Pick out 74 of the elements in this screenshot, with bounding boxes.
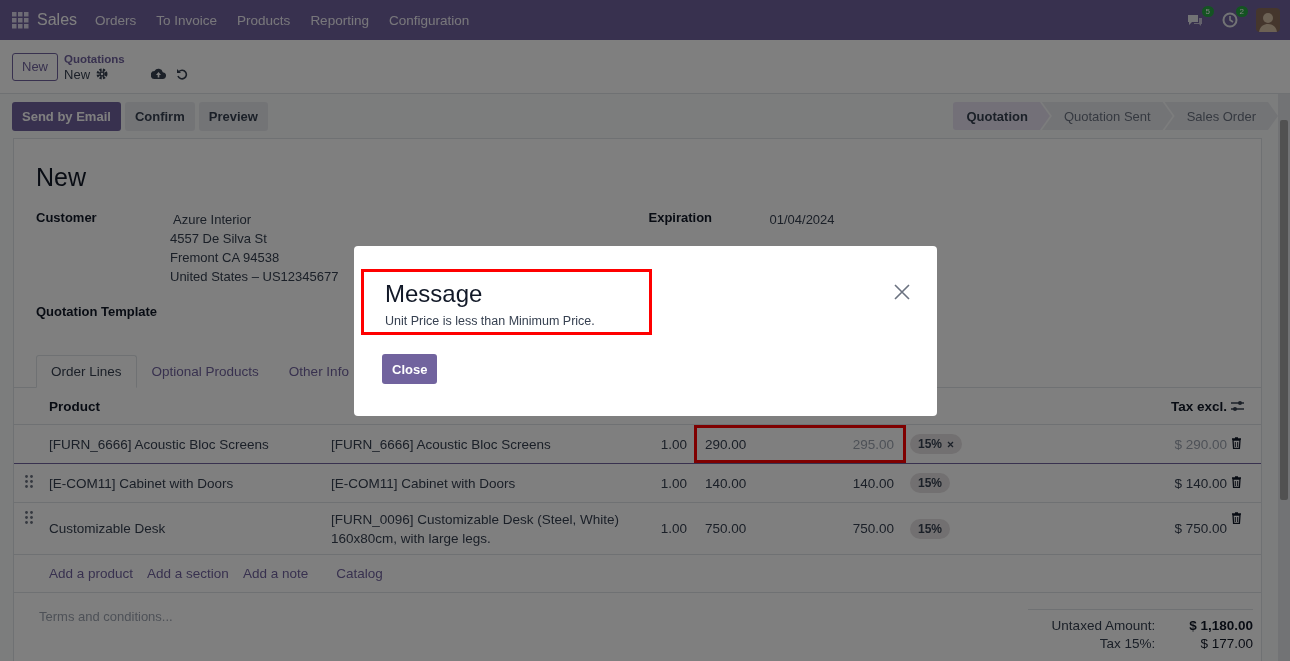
close-button[interactable]: Close [382,354,438,384]
table-cell-text: 140.00 [705,474,747,493]
address-line: United States – US12345677 [170,268,339,286]
tax-tag: 15% [910,518,951,539]
menu-item[interactable]: Configuration [388,12,470,28]
column-header[interactable]: Tax excl. [1111,398,1231,414]
table-cell-text: 290.00 [705,435,747,454]
add-line-link[interactable]: Add a note [242,566,309,581]
menu-item[interactable]: Orders [95,12,137,28]
catalog-link[interactable]: Catalog [336,566,383,581]
menu-item[interactable]: Reporting [310,12,369,28]
trash-icon[interactable] [1231,475,1242,488]
table-cell-text: $ 140.00 [1173,474,1228,493]
chat-icon[interactable] [1186,12,1204,28]
field-label: Quotation Template [36,304,158,319]
table-cell-text: [FURN_6666] Acoustic Bloc Screens [49,435,270,454]
table-cell-text: 1.00 [659,474,688,493]
add-line-link[interactable]: Add a section [147,566,229,581]
record-name: New [64,66,91,82]
tab[interactable]: Order Lines [36,355,137,388]
scrollbar[interactable] [1278,94,1290,661]
table-cell-text: 750.00 [852,520,895,538]
clock-icon[interactable] [1222,12,1238,28]
field-label: Customer [36,210,98,227]
action-button[interactable]: Preview [198,101,268,131]
action-button[interactable]: Confirm [124,101,195,131]
undo-icon[interactable] [175,67,188,80]
table-cell-text: Customizable Desk [49,520,167,538]
menu-item[interactable]: To Invoice [156,12,218,28]
close-icon[interactable] [894,284,910,300]
table-cell-text: [FURN_0096] Customizable Desk (Steel, White) 160x80cm, with large legs. [331,510,621,548]
add-line-link[interactable]: Add a product [49,566,134,581]
total-label: Untaxed Amount: [1050,618,1156,633]
tax-tag: 15% [910,473,951,493]
sliders-icon[interactable] [1231,400,1244,412]
table-cell-text: [E-COM11] Cabinet with Doors [49,474,235,493]
table-cell-text: $ 750.00 [1173,520,1228,538]
app-name[interactable]: Sales [37,11,78,29]
tax-tag: 15% [910,434,963,454]
record-title: New [36,163,87,192]
dialog-message: Unit Price is less than Minimum Price. [385,314,596,328]
total-value: $ 1,180.00 [1189,618,1253,633]
status-step[interactable]: Quotation Sent [1041,102,1173,130]
status-step[interactable]: Sales Order [1164,102,1278,130]
message-count-badge: 5 [1201,6,1214,17]
breadcrumb-link[interactable]: Quotations [64,51,125,67]
menu-item[interactable]: Products [237,12,291,28]
table-cell-text: [FURN_6666] Acoustic Bloc Screens [331,435,552,454]
address-line: Fremont CA 94538 [170,249,281,267]
trash-icon[interactable] [1231,436,1242,449]
apps-grid-icon[interactable] [12,11,29,29]
column-header[interactable]: Product [49,398,331,414]
activity-count-badge: 2 [1235,6,1248,17]
address-line: 4557 De Silva St [170,230,268,248]
drag-handle-icon[interactable] [25,511,33,524]
drag-handle-icon[interactable] [25,475,33,488]
gear-icon[interactable] [96,68,109,80]
trash-icon[interactable] [1231,512,1242,524]
remove-icon[interactable] [947,440,955,448]
status-step[interactable]: Quotation [952,102,1050,130]
table-cell-text: 750.00 [705,520,747,538]
total-value: $ 177.00 [1199,636,1253,651]
new-button[interactable]: New [12,52,58,81]
table-cell-text: 140.00 [852,474,895,493]
table-cell-text: 1.00 [659,520,688,538]
field-label: Expiration [648,210,714,227]
cloud-upload-icon[interactable] [150,68,166,79]
customer-name[interactable]: Azure Interior [173,210,339,229]
field-value[interactable]: 01/04/2024 [769,210,835,229]
dialog-title: Message [385,280,484,308]
table-cell-text: [E-COM11] Cabinet with Doors [331,474,517,493]
table-cell-text: 1.00 [659,435,688,454]
total-label: Tax 15%: [1098,636,1156,651]
action-button[interactable]: Send by Email [12,101,121,131]
